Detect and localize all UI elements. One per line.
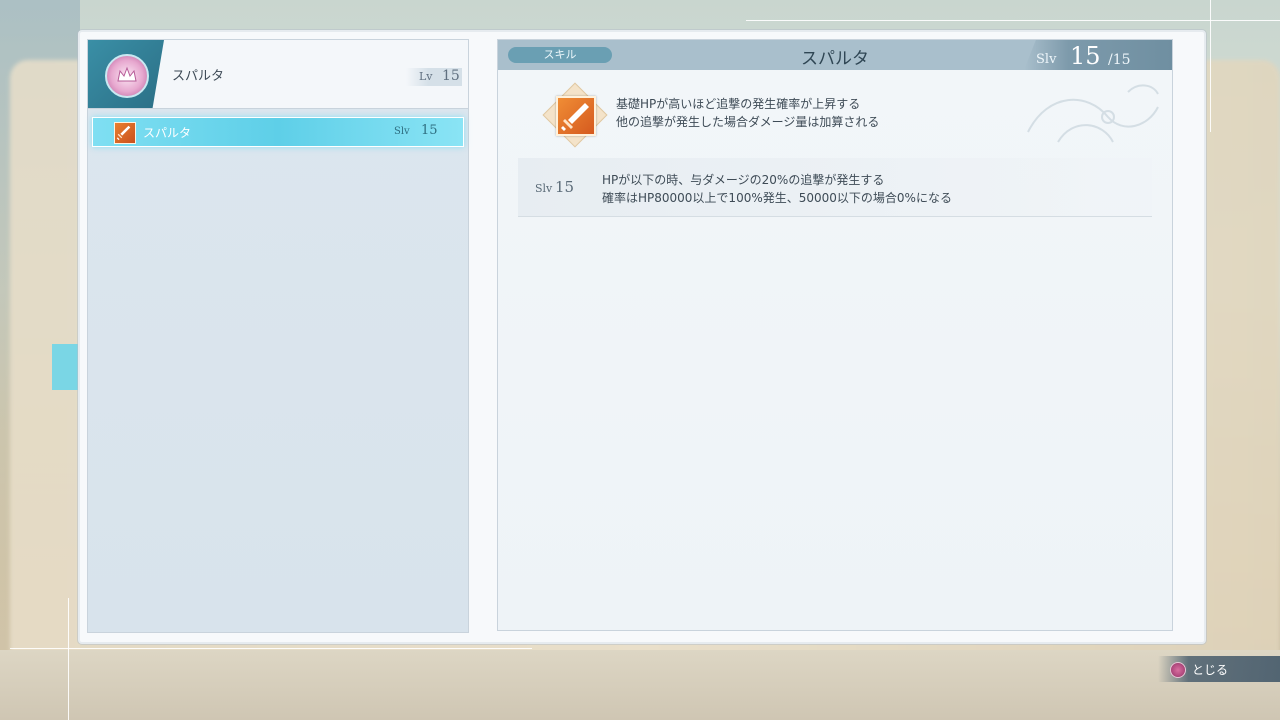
description-line: 基礎HPが高いほど追撃の発生確率が上昇する [616,97,861,111]
skill-detail-panel: スパルタ スキル Slv 15 /15 基礎HPが高いほど追撃の発生確率が上昇す… [497,39,1173,631]
description-line: 他の追撃が発生した場合ダメージ量は加算される [616,115,880,129]
skill-detail-header: スパルタ スキル Slv 15 /15 [498,40,1172,70]
skill-list-item-name: スパルタ [143,126,192,140]
skill-level-display: Slv 15 /15 [1024,40,1172,70]
skill-list-item-slv-label: Slv [394,126,410,137]
skill-level-current: 15 [1070,42,1101,70]
effect-line: 確率はHP80000以上で100%発生、50000以下の場合0%になる [602,191,952,205]
skill-level-label: Slv [1036,52,1057,67]
crown-emblem-icon [105,54,149,98]
character-emblem [88,40,164,108]
effect-description: HPが以下の時、与ダメージの20%の追撃が発生する 確率はHP80000以上で1… [602,171,952,207]
close-label: とじる [1192,663,1229,677]
skill-description: 基礎HPが高いほど追撃の発生確率が上昇する 他の追撃が発生した場合ダメージ量は加… [616,95,879,131]
background-cyan-tab [52,344,78,390]
background-floor [0,650,1280,720]
skill-icon-frame [542,82,608,148]
character-header: スパルタ Lv 15 [88,40,468,109]
effect-line: HPが以下の時、与ダメージの20%の追撃が発生する [602,173,885,187]
floral-ornament-icon [1027,84,1159,143]
level-label: Lv [419,70,433,83]
decor-line [1210,0,1211,132]
skill-level-effect-row: Slv 15 HPが以下の時、与ダメージの20%の追撃が発生する 確率はHP80… [518,158,1152,217]
character-level: Lv 15 [406,68,462,86]
level-value: 15 [442,68,460,84]
character-name: スパルタ [172,69,225,84]
decor-line [68,598,69,720]
skill-category-tag: スキル [508,47,612,63]
effect-slv-value: 15 [555,178,575,196]
sword-icon [114,122,136,144]
skill-level-max: /15 [1108,52,1131,68]
skill-list-panel: スパルタ Lv 15 スパルタ Slv 15 [87,39,469,633]
decor-line [746,20,1280,21]
decor-line [10,648,532,649]
close-button[interactable]: とじる [1158,656,1280,682]
circle-button-icon [1170,662,1186,678]
sword-icon [556,96,596,136]
skill-list-item[interactable]: スパルタ Slv 15 [92,117,464,147]
effect-slv-label: Slv [535,182,553,195]
skill-list-item-slv-value: 15 [421,123,438,138]
